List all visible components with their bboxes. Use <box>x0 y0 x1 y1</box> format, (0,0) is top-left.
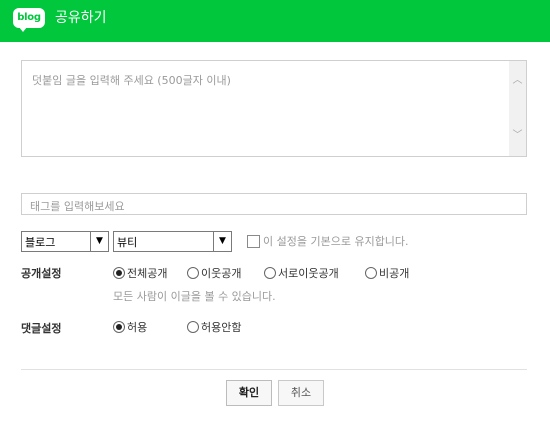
radio-visibility-private[interactable]: 비공개 <box>365 265 410 280</box>
dropdown-arrow-icon[interactable]: ▼ <box>90 232 108 251</box>
category-select[interactable]: 뷰티 ▼ <box>113 231 232 252</box>
footer-divider <box>21 369 527 370</box>
radio-label: 허용 <box>127 321 148 334</box>
tag-input[interactable]: 태그를 입력해보세요 <box>21 193 527 215</box>
radio-visibility-all[interactable]: 전체공개 <box>113 265 168 280</box>
radio-icon[interactable] <box>365 267 377 279</box>
chevron-up-icon[interactable]: ︿ <box>511 74 524 88</box>
radio-label: 비공개 <box>379 267 410 280</box>
default-setting-checkbox[interactable]: 이 설정을 기본으로 유지합니다. <box>247 233 409 249</box>
textarea-scrollbar[interactable]: ︿ ﹀ <box>509 61 526 156</box>
radio-icon-checked[interactable] <box>113 267 125 279</box>
checkbox-box[interactable] <box>247 234 260 248</box>
radio-visibility-neighbors[interactable]: 이웃공개 <box>187 265 242 280</box>
blog-logo: blog <box>13 8 45 28</box>
radio-visibility-mutual[interactable]: 서로이웃공개 <box>264 265 339 280</box>
radio-icon[interactable] <box>187 267 199 279</box>
dropdown-arrow-icon[interactable]: ▼ <box>213 232 231 251</box>
tag-placeholder: 태그를 입력해보세요 <box>30 200 125 213</box>
radio-label: 서로이웃공개 <box>278 267 339 280</box>
logo-speech-tail <box>19 27 27 32</box>
visibility-label: 공개설정 <box>21 267 62 280</box>
target-select[interactable]: 블로그 ▼ <box>21 231 109 252</box>
category-select-value: 뷰티 <box>117 236 138 249</box>
comment-textarea[interactable]: 덧붙임 글을 입력해 주세요 (500글자 이내) ︿ ﹀ <box>21 60 527 157</box>
radio-icon[interactable] <box>187 321 199 333</box>
checkbox-label: 이 설정을 기본으로 유지합니다. <box>263 235 409 248</box>
dialog-title: 공유하기 <box>55 10 107 26</box>
chevron-down-icon[interactable]: ﹀ <box>511 129 524 143</box>
radio-label: 전체공개 <box>127 267 168 280</box>
radio-label: 허용안함 <box>201 321 242 334</box>
comment-placeholder: 덧붙임 글을 입력해 주세요 (500글자 이내) <box>32 74 231 87</box>
cancel-button[interactable]: 취소 <box>278 380 324 406</box>
confirm-button[interactable]: 확인 <box>226 380 272 406</box>
visibility-hint: 모든 사람이 이글을 볼 수 있습니다. <box>113 290 276 303</box>
radio-icon[interactable] <box>264 267 276 279</box>
radio-label: 이웃공개 <box>201 267 242 280</box>
radio-icon-checked[interactable] <box>113 321 125 333</box>
target-select-value: 블로그 <box>25 236 56 249</box>
comments-label: 댓글설정 <box>21 322 62 335</box>
radio-comments-allow[interactable]: 허용 <box>113 319 148 334</box>
header-bar: blog 공유하기 <box>0 0 550 42</box>
radio-comments-deny[interactable]: 허용안함 <box>187 319 242 334</box>
